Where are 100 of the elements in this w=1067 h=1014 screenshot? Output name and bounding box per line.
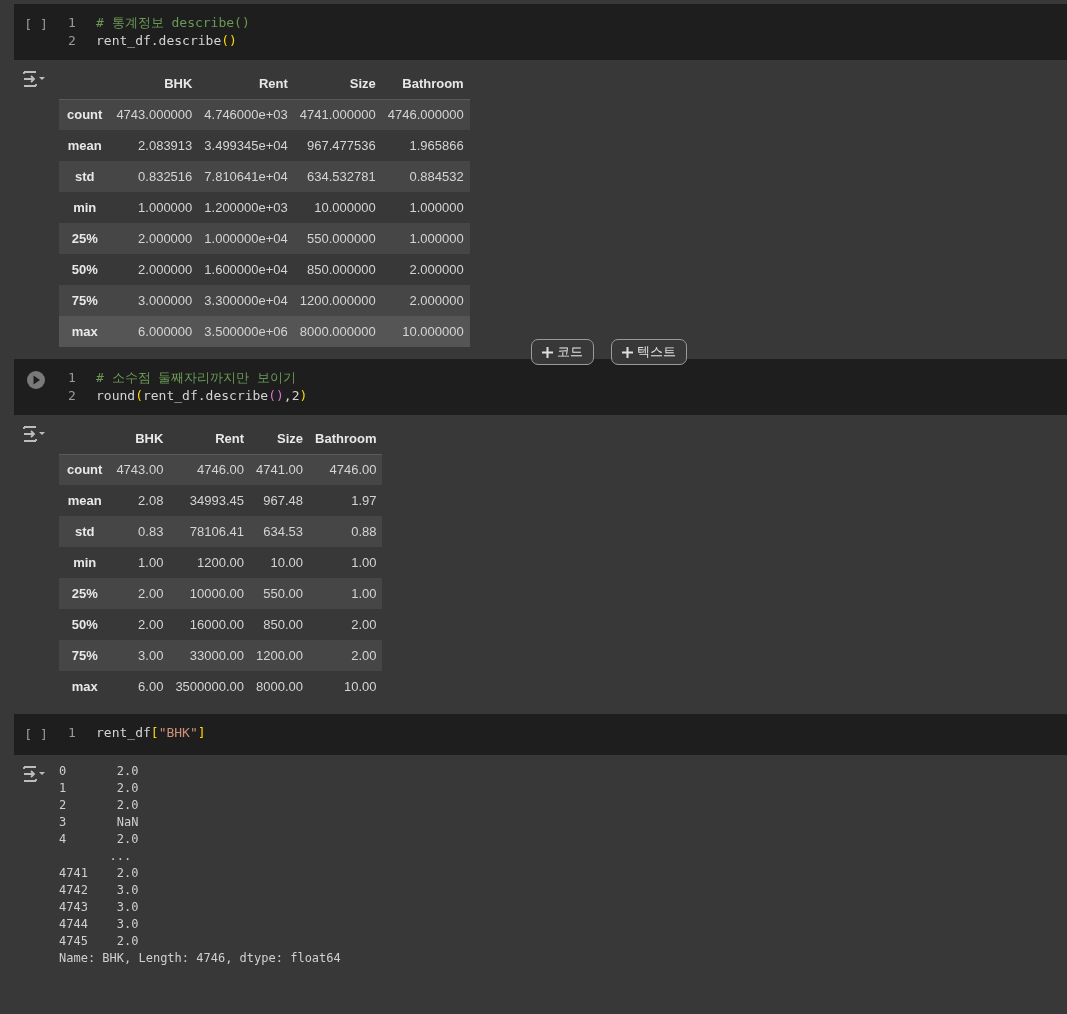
- table-cell: 2.000000: [381, 285, 470, 316]
- table-cell: 2.000000: [110, 223, 199, 254]
- output-line: 4743 3.0: [59, 898, 140, 916]
- table-cell: 550.000000: [293, 223, 382, 254]
- output-toggle-icon[interactable]: [22, 425, 46, 443]
- execution-count[interactable]: [ ]: [24, 15, 48, 50]
- table-cell: 967.477536: [293, 130, 382, 161]
- output-line: 3 NaN: [59, 813, 140, 831]
- output-line: 4741 2.0: [59, 864, 140, 882]
- table-cell: 3.300000e+04: [198, 285, 294, 316]
- table-cell: 10.000000: [293, 192, 382, 223]
- table-cell: 3.00: [110, 640, 170, 671]
- add-cell-button[interactable]: 텍스트: [611, 339, 687, 365]
- row-index: mean: [59, 130, 111, 161]
- table-cell: 4.746000e+03: [198, 99, 294, 130]
- table-cell: 1.965866: [381, 130, 470, 161]
- table-cell: 10000.00: [169, 578, 251, 609]
- table-cell: 1.000000: [110, 192, 199, 223]
- output-toggle-icon[interactable]: [22, 764, 46, 783]
- table-cell: 6.000000: [110, 316, 199, 347]
- table-cell: 2.00: [110, 609, 170, 640]
- table-cell: 33000.00: [169, 640, 251, 671]
- table-cell: 850.000000: [293, 254, 382, 285]
- row-index: count: [59, 99, 111, 130]
- output-line: 4744 3.0: [59, 915, 140, 933]
- table-cell: 10.00: [309, 671, 383, 702]
- output-toggle-icon[interactable]: [22, 70, 46, 88]
- table-cell: 6.00: [110, 671, 170, 702]
- row-index: max: [59, 671, 111, 702]
- plus-icon: [622, 346, 633, 358]
- code-cell[interactable]: [ ] 1 rent_df["BHK"]: [14, 714, 1067, 755]
- table-cell: 2.000000: [381, 254, 470, 285]
- table-cell: 10.000000: [381, 316, 470, 347]
- table-cell: 1.600000e+04: [198, 254, 294, 285]
- table-cell: 1200.000000: [293, 285, 382, 316]
- table-cell: 2.083913: [110, 130, 199, 161]
- table-cell: 4746.00: [169, 454, 251, 485]
- row-index: mean: [59, 485, 111, 516]
- code-cell[interactable]: [ ] 1 # 통계정보 describe() 2 rent_df.describe(): [14, 4, 1067, 60]
- line-number: 2: [67, 387, 77, 405]
- table-cell: 7.810641e+04: [198, 161, 294, 192]
- row-index: 25%: [59, 223, 111, 254]
- code-cell[interactable]: 1 # 소수점 둘째자리까지만 보이기 2 round(rent_df.describe(),2): [14, 359, 1067, 415]
- code-line: # 통계정보 describe(): [96, 14, 250, 32]
- table-cell: 0.884532: [381, 161, 470, 192]
- table-cell: 78106.41: [169, 516, 251, 547]
- table-cell: 1.00: [309, 547, 383, 578]
- table-cell: 4741.00: [250, 454, 310, 485]
- add-cell-button[interactable]: 코드: [531, 339, 594, 365]
- table-cell: 1200.00: [169, 547, 251, 578]
- table-cell: 0.832516: [110, 161, 199, 192]
- table-cell: 4743.00: [110, 454, 170, 485]
- output-line: 4 2.0: [59, 830, 140, 848]
- row-index: 50%: [59, 254, 111, 285]
- table-cell: 1.200000e+03: [198, 192, 294, 223]
- row-index: min: [59, 547, 111, 578]
- line-number: 1: [67, 369, 77, 387]
- table-cell: 16000.00: [169, 609, 251, 640]
- code-line: rent_df["BHK"]: [96, 724, 206, 742]
- column-header: Bathroom: [309, 423, 383, 454]
- column-header: Size: [250, 423, 310, 454]
- table-cell: 1.00: [110, 547, 170, 578]
- table-cell: 3.000000: [110, 285, 199, 316]
- row-index: max: [59, 316, 111, 347]
- column-header: BHK: [110, 68, 199, 99]
- table-cell: 4746.000000: [381, 99, 470, 130]
- table-cell: 4741.000000: [293, 99, 382, 130]
- table-cell: 634.532781: [293, 161, 382, 192]
- row-index: 75%: [59, 640, 111, 671]
- code-line: rent_df.describe(): [96, 32, 237, 50]
- table-cell: 1.000000e+04: [198, 223, 294, 254]
- table-cell: 1.000000: [381, 192, 470, 223]
- table-cell: 1200.00: [250, 640, 310, 671]
- table-cell: 634.53: [250, 516, 310, 547]
- table-cell: 850.00: [250, 609, 310, 640]
- line-number: 2: [67, 32, 77, 50]
- table-cell: 3500000.00: [169, 671, 251, 702]
- line-number: 1: [67, 14, 77, 32]
- table-cell: 34993.45: [169, 485, 251, 516]
- line-number: 1: [67, 724, 77, 742]
- table-cell: 967.48: [250, 485, 310, 516]
- table-cell: 3.499345e+04: [198, 130, 294, 161]
- table-cell: 3.500000e+06: [198, 316, 294, 347]
- code-line: # 소수점 둘째자리까지만 보이기: [96, 369, 297, 387]
- output-line: 0 2.0: [59, 762, 140, 780]
- column-header: Bathroom: [381, 68, 470, 99]
- column-header: BHK: [110, 423, 170, 454]
- table-cell: 0.88: [309, 516, 383, 547]
- table-cell: 8000.00: [250, 671, 310, 702]
- execution-count[interactable]: [ ]: [24, 725, 48, 745]
- plus-icon: [542, 346, 553, 358]
- table-cell: 1.000000: [381, 223, 470, 254]
- row-index: 50%: [59, 609, 111, 640]
- column-header: Rent: [198, 68, 294, 99]
- row-index: 75%: [59, 285, 111, 316]
- table-cell: 8000.000000: [293, 316, 382, 347]
- output-line: ...: [108, 847, 133, 865]
- row-index: count: [59, 454, 111, 485]
- column-header: Rent: [169, 423, 251, 454]
- column-header: Size: [293, 68, 382, 99]
